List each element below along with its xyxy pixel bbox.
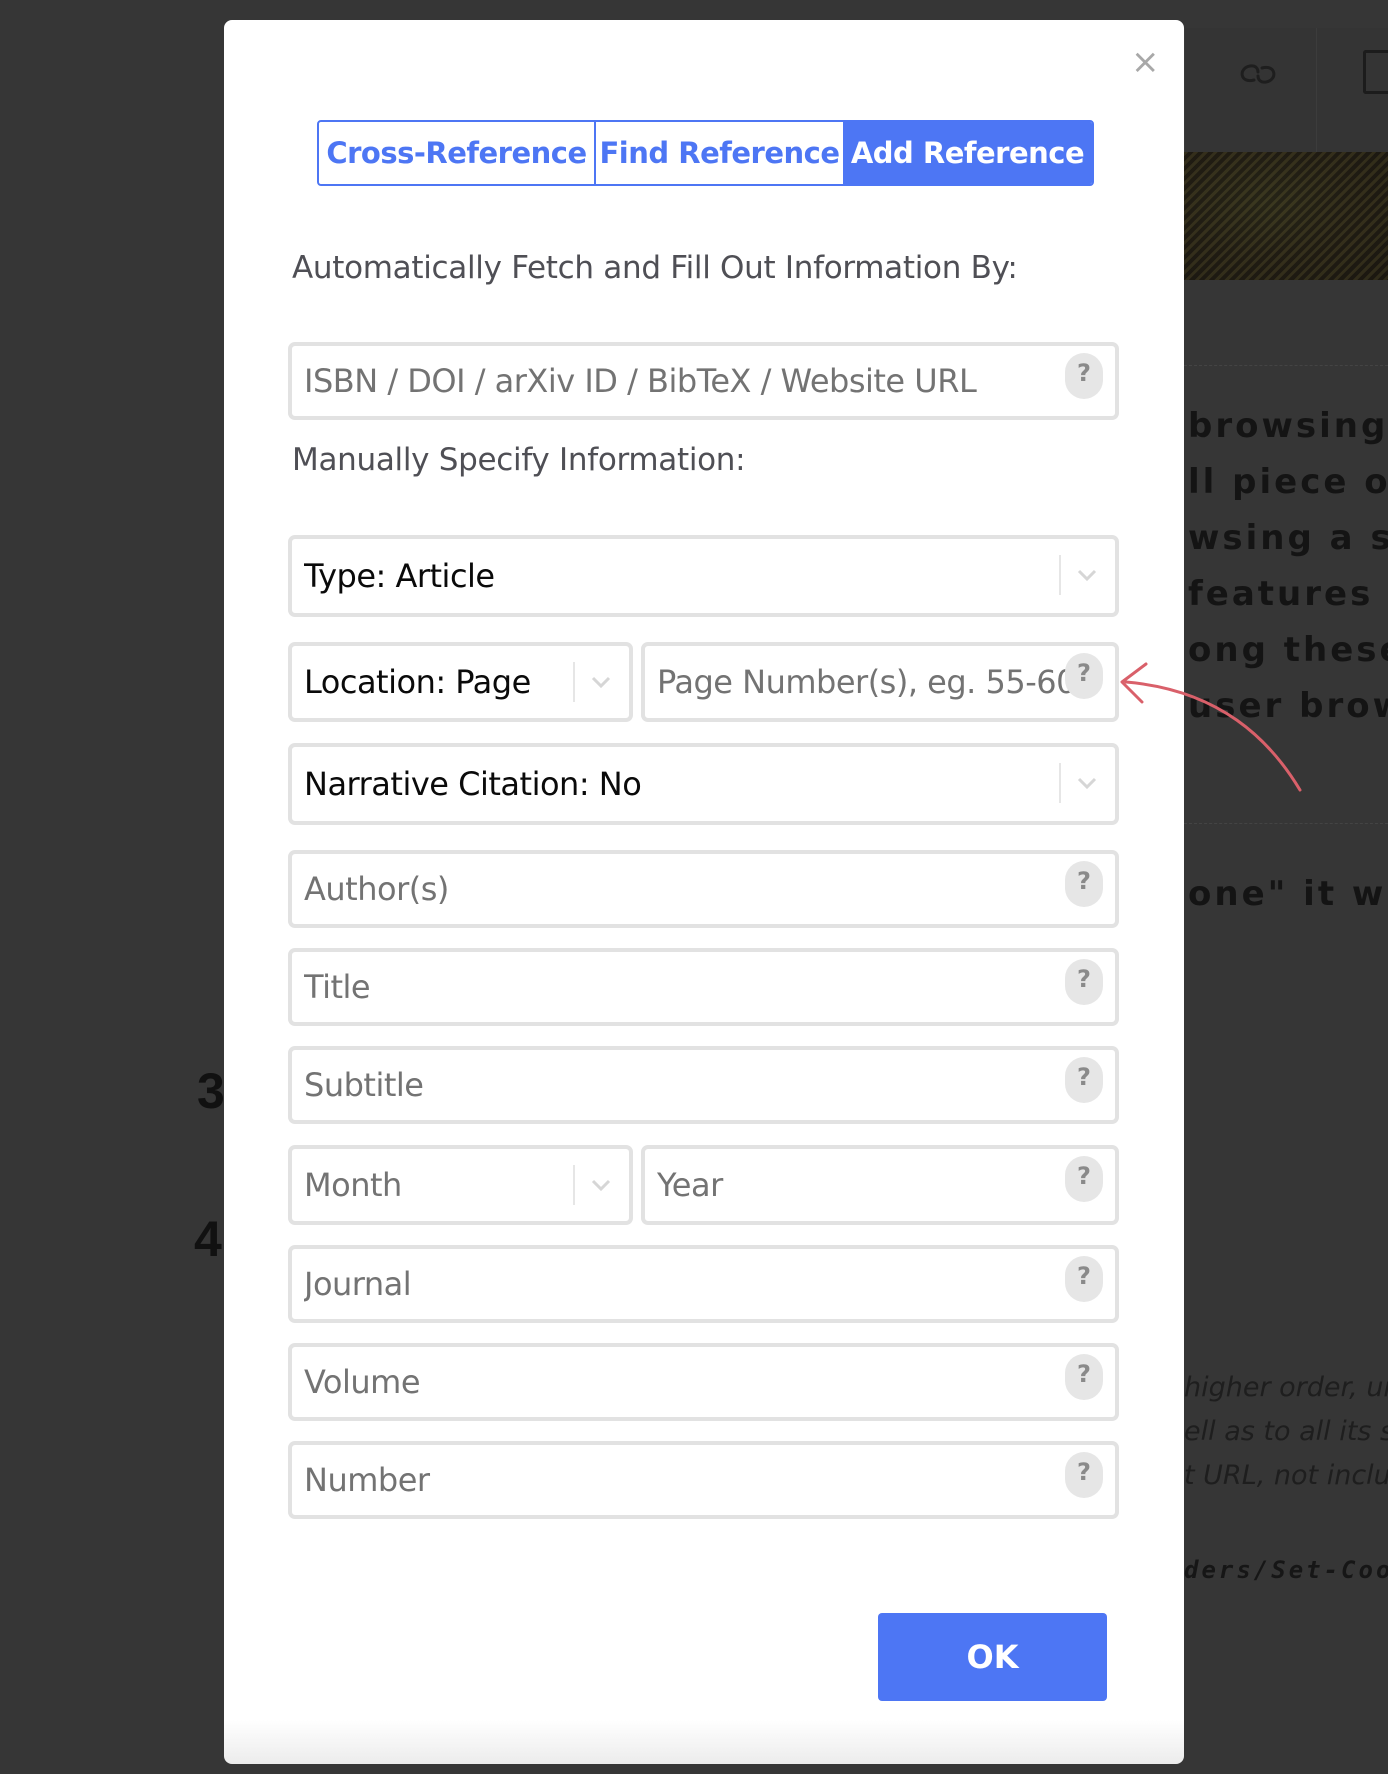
chevron-down-icon: [591, 676, 611, 689]
help-icon[interactable]: ?: [1065, 1354, 1103, 1400]
select-divider: [573, 662, 575, 702]
month-select[interactable]: Month: [288, 1145, 633, 1225]
background-photo: [1184, 152, 1388, 280]
page-number-input[interactable]: Page Number(s), eg. 55-60 ?: [641, 642, 1119, 722]
select-divider: [1059, 555, 1061, 595]
year-input[interactable]: Year ?: [641, 1145, 1119, 1225]
volume-input[interactable]: Volume ?: [288, 1343, 1119, 1421]
background-italic-text: ell as to all its sub: [1184, 1416, 1388, 1447]
journal-placeholder: Journal: [304, 1265, 412, 1303]
help-icon[interactable]: ?: [1065, 1156, 1103, 1202]
help-icon[interactable]: ?: [1065, 353, 1103, 399]
month-select-value: Month: [304, 1166, 402, 1204]
page-number-placeholder: Page Number(s), eg. 55-60: [657, 663, 1077, 701]
list-number: 3: [197, 1063, 225, 1119]
background-text: features su: [1188, 574, 1388, 614]
reference-tabs: Cross-Reference Find Reference Add Refer…: [317, 120, 1094, 186]
add-reference-dialog: × Cross-Reference Find Reference Add Ref…: [224, 20, 1184, 1764]
link-icon: [1240, 64, 1276, 84]
author-input[interactable]: Author(s) ?: [288, 850, 1119, 928]
number-input[interactable]: Number ?: [288, 1441, 1119, 1519]
annotation-arrow-icon: [1120, 662, 1302, 792]
chevron-down-icon: [591, 1179, 611, 1192]
background-text: ll piece of d: [1188, 462, 1388, 502]
author-placeholder: Author(s): [304, 870, 449, 908]
background-code-text: ders/Set-Cookie: [1184, 1556, 1388, 1584]
location-select[interactable]: Location: Page: [288, 642, 633, 722]
ok-button[interactable]: OK: [878, 1613, 1107, 1701]
chevron-down-icon: [1077, 777, 1097, 790]
help-icon[interactable]: ?: [1065, 861, 1103, 907]
help-icon[interactable]: ?: [1065, 959, 1103, 1005]
volume-placeholder: Volume: [304, 1363, 421, 1401]
select-divider: [573, 1165, 575, 1205]
background-text: wsing a site.: [1188, 518, 1388, 558]
divider: [1184, 823, 1388, 824]
background-italic-text: t URL, not includ: [1184, 1460, 1388, 1491]
auto-fetch-placeholder: ISBN / DOI / arXiv ID / BibTeX / Website…: [304, 362, 977, 400]
journal-input[interactable]: Journal ?: [288, 1245, 1119, 1323]
title-input[interactable]: Title ?: [288, 948, 1119, 1026]
tab-find-reference[interactable]: Find Reference: [596, 122, 843, 184]
help-icon[interactable]: ?: [1065, 653, 1103, 699]
divider: [1184, 365, 1388, 366]
subtitle-placeholder: Subtitle: [304, 1066, 424, 1104]
background-text: browsing a: [1188, 406, 1388, 446]
type-select-value: Type: Article: [304, 557, 495, 595]
document-icon: [1363, 50, 1388, 94]
chevron-down-icon: [1077, 569, 1097, 582]
title-placeholder: Title: [304, 968, 371, 1006]
auto-fetch-input[interactable]: ISBN / DOI / arXiv ID / BibTeX / Website…: [288, 342, 1119, 420]
list-number: 4: [194, 1211, 222, 1267]
number-placeholder: Number: [304, 1461, 430, 1499]
location-select-value: Location: Page: [304, 663, 531, 701]
help-icon[interactable]: ?: [1065, 1452, 1103, 1498]
year-placeholder: Year: [657, 1166, 723, 1204]
select-divider: [1059, 763, 1061, 803]
help-icon[interactable]: ?: [1065, 1057, 1103, 1103]
close-icon[interactable]: ×: [1131, 45, 1160, 79]
narrative-citation-select[interactable]: Narrative Citation: No: [288, 743, 1119, 825]
background-toolbar: [1184, 28, 1388, 152]
type-select[interactable]: Type: Article: [288, 535, 1119, 617]
tab-add-reference[interactable]: Add Reference: [843, 122, 1092, 184]
subtitle-input[interactable]: Subtitle ?: [288, 1046, 1119, 1124]
toolbar-divider: [1316, 28, 1317, 152]
manual-label: Manually Specify Information:: [292, 442, 746, 478]
narrative-citation-value: Narrative Citation: No: [304, 765, 642, 803]
background-text: one" it will n: [1188, 874, 1388, 914]
auto-fetch-label: Automatically Fetch and Fill Out Informa…: [292, 250, 1018, 286]
tab-cross-reference[interactable]: Cross-Reference: [319, 122, 596, 184]
background-italic-text: higher order, unle: [1184, 1372, 1388, 1403]
help-icon[interactable]: ?: [1065, 1256, 1103, 1302]
